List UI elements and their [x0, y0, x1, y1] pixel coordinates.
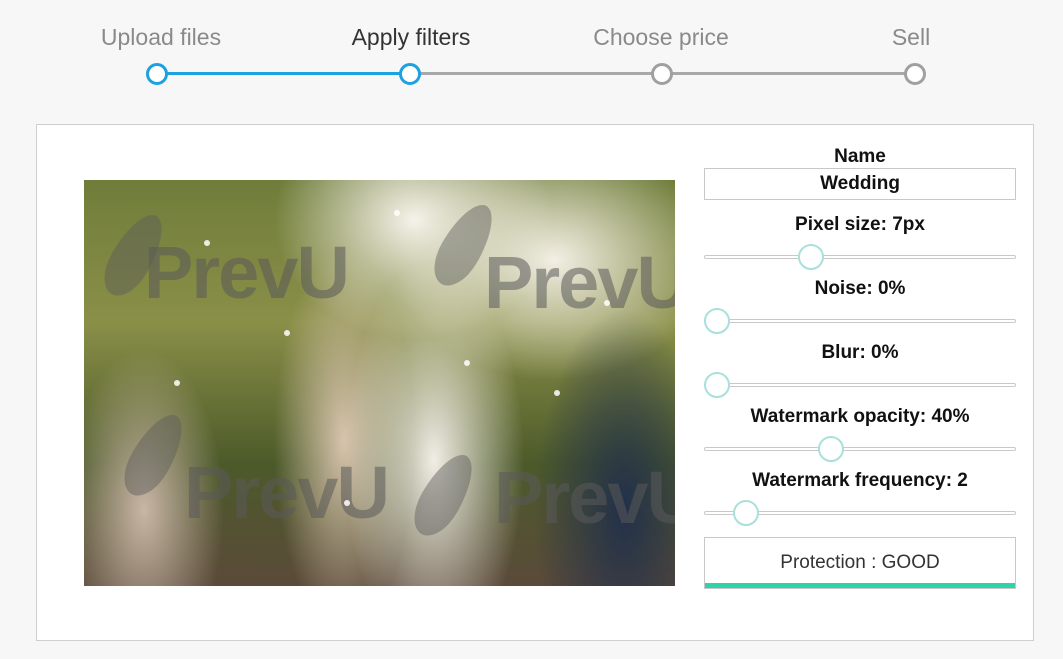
- watermark-logo-shape: [404, 446, 484, 544]
- confetti: [344, 500, 350, 506]
- confetti: [394, 210, 400, 216]
- confetti: [284, 330, 290, 336]
- step-upload-files-label[interactable]: Upload files: [101, 24, 221, 51]
- watermark-text: PrevU: [184, 451, 390, 534]
- confetti: [604, 300, 610, 306]
- slider-thumb[interactable]: [818, 436, 845, 462]
- blur-label: Blur: 0%: [821, 342, 899, 363]
- step-sell-dot[interactable]: [904, 63, 926, 85]
- preview-image: PrevU PrevU PrevU PrevU: [84, 180, 675, 586]
- progress-stepper: Upload files Apply filters Choose price …: [0, 0, 1063, 100]
- confetti: [554, 390, 560, 396]
- watermark-opacity-label: Watermark opacity: 40%: [750, 406, 970, 427]
- name-input[interactable]: [704, 168, 1016, 200]
- filter-card: PrevU PrevU PrevU PrevU Name Pixel size:…: [36, 124, 1034, 641]
- noise-slider[interactable]: [704, 308, 1016, 334]
- slider-track[interactable]: [704, 319, 1016, 323]
- step-choose-price-label[interactable]: Choose price: [593, 24, 729, 51]
- watermark-text: PrevU: [144, 231, 350, 314]
- watermark-text: PrevU: [494, 456, 675, 539]
- slider-track[interactable]: [704, 383, 1016, 387]
- name-label: Name: [834, 146, 886, 167]
- protection-bar: [705, 583, 1015, 588]
- step-sell-label[interactable]: Sell: [892, 24, 930, 51]
- slider-thumb[interactable]: [704, 308, 730, 334]
- slider-track[interactable]: [704, 447, 1016, 451]
- watermark-frequency-slider[interactable]: [704, 500, 1016, 526]
- protection-indicator: Protection : GOOD: [704, 537, 1016, 589]
- step-choose-price-dot[interactable]: [651, 63, 673, 85]
- watermark-logo-shape: [114, 406, 194, 504]
- slider-thumb[interactable]: [798, 244, 825, 270]
- pixel-size-label: Pixel size: 7px: [795, 214, 925, 235]
- step-apply-filters-dot[interactable]: [399, 63, 421, 85]
- slider-thumb[interactable]: [704, 372, 730, 398]
- stepper-track-done: [157, 72, 410, 75]
- blur-slider[interactable]: [704, 372, 1016, 398]
- pixel-size-slider[interactable]: [704, 244, 1016, 270]
- watermark-text: PrevU: [484, 241, 675, 324]
- watermark-opacity-slider[interactable]: [704, 436, 1016, 462]
- noise-label: Noise: 0%: [814, 278, 906, 299]
- protection-label: Protection : GOOD: [780, 552, 940, 573]
- confetti: [204, 240, 210, 246]
- slider-thumb[interactable]: [732, 500, 759, 526]
- step-apply-filters-label[interactable]: Apply filters: [352, 24, 471, 51]
- confetti: [464, 360, 470, 366]
- slider-track[interactable]: [704, 255, 1016, 259]
- confetti: [174, 380, 180, 386]
- watermark-frequency-label: Watermark frequency: 2: [752, 470, 968, 491]
- step-upload-files-dot[interactable]: [146, 63, 168, 85]
